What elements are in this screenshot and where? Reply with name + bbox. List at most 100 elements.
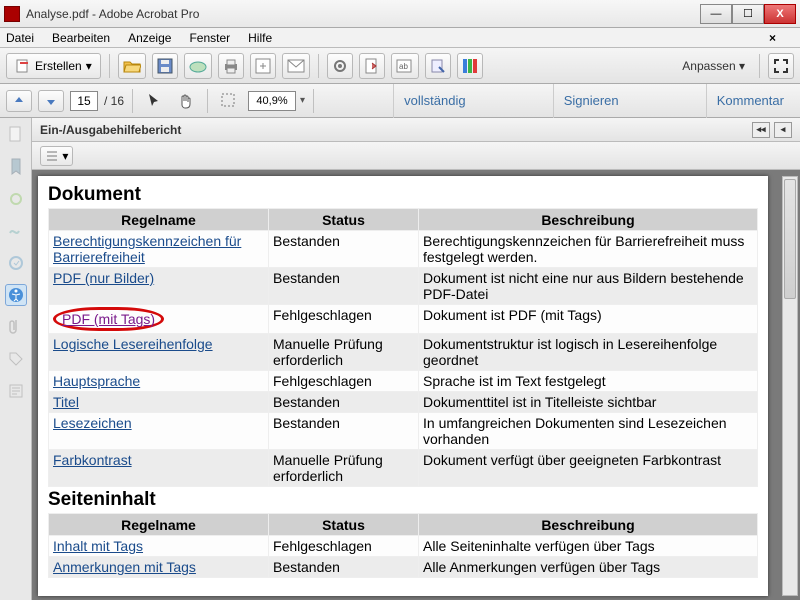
bookmarks-panel-icon[interactable] [5, 156, 27, 178]
table-row: FarbkontrastManuelle Prüfung erforderlic… [49, 450, 758, 487]
toolbar-divider [132, 89, 133, 113]
rule-link[interactable]: PDF (mit Tags) [62, 311, 155, 327]
rule-name-cell: Hauptsprache [49, 371, 269, 392]
customize-dropdown[interactable]: Anpassen ▾ [676, 53, 751, 79]
email-button[interactable] [282, 53, 310, 79]
envelope-icon [287, 59, 305, 73]
ab-button[interactable]: ab [391, 53, 419, 79]
sign-link[interactable]: Signieren [553, 84, 629, 118]
menu-bearbeiten[interactable]: Bearbeiten [52, 31, 110, 45]
pages-panel-icon[interactable] [5, 124, 27, 146]
rule-link[interactable]: Anmerkungen mit Tags [53, 559, 196, 575]
rule-name-cell: Logische Lesereihenfolge [49, 334, 269, 371]
gear-icon [332, 58, 348, 74]
table-header: Beschreibung [419, 209, 758, 231]
minimize-button[interactable]: — [700, 4, 732, 24]
table-row: PDF (nur Bilder) BestandenDokument ist ni… [49, 268, 758, 305]
customize-label: Anpassen [682, 59, 735, 73]
toolbar-nav: / 16 ▾ vollständig Signieren Kommentar [0, 84, 800, 118]
create-label: Erstellen [35, 59, 82, 73]
create-button[interactable]: Erstellen▾ [6, 53, 101, 79]
rule-link[interactable]: Farbkontrast [53, 452, 132, 468]
cloud-button[interactable] [184, 53, 212, 79]
cursor-tool[interactable] [141, 90, 167, 112]
menu-hilfe[interactable]: Hilfe [248, 31, 272, 45]
table-row: Berechtigungskennzeichen für Barrierefre… [49, 231, 758, 268]
report-page: DokumentRegelnameStatusBeschreibungBerec… [38, 176, 768, 596]
description-cell: In umfangreichen Dokumenten sind Lesezei… [419, 413, 758, 450]
page-down-button[interactable] [38, 90, 64, 112]
open-button[interactable] [118, 53, 146, 79]
description-cell: Alle Seiteninhalte verfügen über Tags [419, 536, 758, 557]
table-header: Regelname [49, 209, 269, 231]
marquee-zoom[interactable] [216, 90, 242, 112]
fullcheck-link[interactable]: vollständig [393, 84, 475, 118]
rule-link[interactable]: Logische Lesereihenfolge [53, 336, 213, 352]
rule-name-cell: Farbkontrast [49, 450, 269, 487]
vertical-scrollbar[interactable] [782, 176, 798, 596]
table-row: Anmerkungen mit TagsBestandenAlle Anmerk… [49, 557, 758, 578]
marquee-icon [221, 93, 237, 109]
select-button[interactable] [425, 53, 451, 79]
table-header: Beschreibung [419, 514, 758, 536]
printer-icon [223, 58, 239, 74]
description-cell: Dokument ist nicht eine nur aus Bildern … [419, 268, 758, 305]
toolbar-divider [759, 54, 760, 78]
report-header: Ein-/Ausgabehilfebericht ◂◂ ◂ [32, 118, 800, 142]
rule-link[interactable]: Berechtigungskennzeichen für Barrierefre… [53, 233, 241, 265]
hand-tool[interactable] [173, 90, 199, 112]
report-nav-prev[interactable]: ◂ [774, 122, 792, 138]
print-button[interactable] [218, 53, 244, 79]
maximize-button[interactable]: ☐ [732, 4, 764, 24]
status-cell: Bestanden [269, 268, 419, 305]
save-as-button[interactable] [250, 53, 276, 79]
comment-link[interactable]: Kommentar [706, 84, 794, 118]
floppy-icon [157, 58, 173, 74]
hand-icon [178, 93, 194, 109]
toolbar-divider [318, 54, 319, 78]
scrollbar-thumb[interactable] [784, 179, 796, 299]
color-button[interactable] [457, 53, 483, 79]
accessibility-panel-icon[interactable] [5, 284, 27, 306]
rule-link[interactable]: Inhalt mit Tags [53, 538, 143, 554]
status-cell: Bestanden [269, 392, 419, 413]
signatures-panel-icon[interactable] [5, 220, 27, 242]
table-header: Regelname [49, 514, 269, 536]
report-nav-first[interactable]: ◂◂ [752, 122, 770, 138]
zoom-input[interactable] [248, 91, 296, 111]
close-button[interactable]: X [764, 4, 796, 24]
description-cell: Alle Anmerkungen verfügen über Tags [419, 557, 758, 578]
order-panel-icon[interactable] [5, 252, 27, 274]
menu-anzeige[interactable]: Anzeige [128, 31, 171, 45]
page-up-button[interactable] [6, 90, 32, 112]
status-cell: Fehlgeschlagen [269, 305, 419, 334]
rule-link[interactable]: Lesezeichen [53, 415, 132, 431]
rule-link[interactable]: Hauptsprache [53, 373, 140, 389]
rule-name-cell: Lesezeichen [49, 413, 269, 450]
export-button[interactable] [359, 53, 385, 79]
rule-name-cell: Titel [49, 392, 269, 413]
save-button[interactable] [152, 53, 178, 79]
tags-panel-icon[interactable] [5, 348, 27, 370]
fullscreen-button[interactable] [768, 53, 794, 79]
highlight-circle: PDF (mit Tags) [53, 307, 164, 331]
attachments-panel-icon[interactable] [5, 188, 27, 210]
rule-link[interactable]: Titel [53, 394, 79, 410]
settings-button[interactable] [327, 53, 353, 79]
menu-datei[interactable]: Datei [6, 31, 34, 45]
content-panel-icon[interactable] [5, 380, 27, 402]
status-cell: Manuelle Prüfung erforderlich [269, 334, 419, 371]
clip-panel-icon[interactable] [5, 316, 27, 338]
arrow-down-icon [45, 95, 57, 107]
sidebar [0, 118, 32, 600]
menu-fenster[interactable]: Fenster [189, 31, 230, 45]
table-header: Status [269, 514, 419, 536]
report-options-button[interactable]: ▾ [40, 146, 73, 166]
rule-name-cell: Berechtigungskennzeichen für Barrierefre… [49, 231, 269, 268]
rule-link[interactable]: PDF (nur Bilder) [53, 270, 154, 286]
page-input[interactable] [70, 91, 98, 111]
menubar-close-icon[interactable]: × [769, 31, 776, 45]
zoom-dropdown-icon[interactable]: ▾ [300, 95, 305, 106]
create-icon [15, 58, 31, 74]
report-title: Ein-/Ausgabehilfebericht [40, 123, 181, 137]
